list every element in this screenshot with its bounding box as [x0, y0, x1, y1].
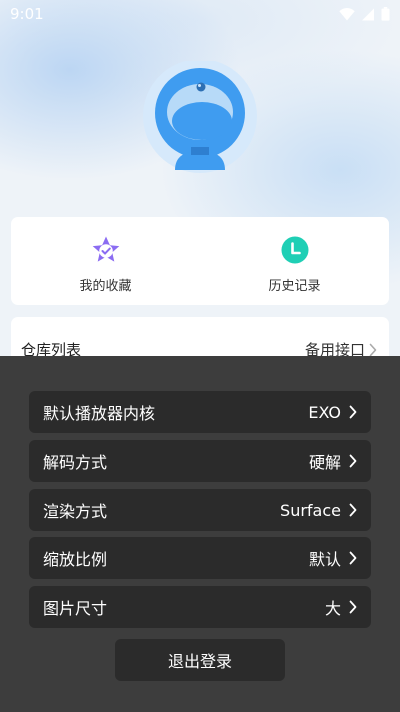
setting-value: 大: [324, 599, 341, 618]
chevron-right-icon: [349, 551, 357, 565]
setting-label: 默认播放器内核: [43, 404, 156, 423]
logout-button[interactable]: 退出登录: [115, 639, 285, 681]
setting-value: 硬解: [308, 453, 341, 472]
clock-icon: [281, 236, 308, 264]
history-label: 历史记录: [268, 279, 321, 294]
setting-label: 解码方式: [43, 453, 108, 472]
setting-render-mode[interactable]: 渲染方式 Surface: [29, 489, 371, 531]
setting-decode-mode[interactable]: 解码方式 硬解: [29, 440, 371, 482]
quick-actions-card: 我的收藏 历史记录: [11, 217, 389, 305]
status-time: 9:01: [10, 5, 44, 23]
setting-value: 默认: [308, 550, 341, 569]
history-button[interactable]: 历史记录: [200, 217, 389, 305]
chevron-right-icon: [349, 503, 357, 517]
setting-value: EXO: [308, 402, 341, 422]
signal-icon: [362, 8, 374, 20]
setting-value: Surface: [280, 500, 341, 520]
setting-player-core[interactable]: 默认播放器内核 EXO: [29, 391, 371, 433]
chevron-right-icon: [349, 454, 357, 468]
setting-label: 缩放比例: [43, 550, 108, 569]
star-badge-icon: [92, 236, 119, 262]
setting-scale-ratio[interactable]: 缩放比例 默认: [29, 537, 371, 579]
setting-image-size[interactable]: 图片尺寸 大: [29, 586, 371, 628]
setting-label: 渲染方式: [43, 502, 108, 521]
wifi-icon: [339, 7, 355, 20]
setting-label: 图片尺寸: [43, 599, 108, 618]
chevron-right-icon: [369, 343, 377, 356]
status-bar: 9:01: [0, 0, 400, 28]
chevron-right-icon: [349, 405, 357, 419]
favorites-label: 我的收藏: [79, 279, 132, 294]
battery-icon: [381, 7, 390, 21]
webcam-avatar-icon[interactable]: [143, 61, 257, 175]
favorites-button[interactable]: 我的收藏: [11, 217, 200, 305]
chevron-right-icon: [349, 600, 357, 614]
status-icons: [339, 7, 390, 21]
